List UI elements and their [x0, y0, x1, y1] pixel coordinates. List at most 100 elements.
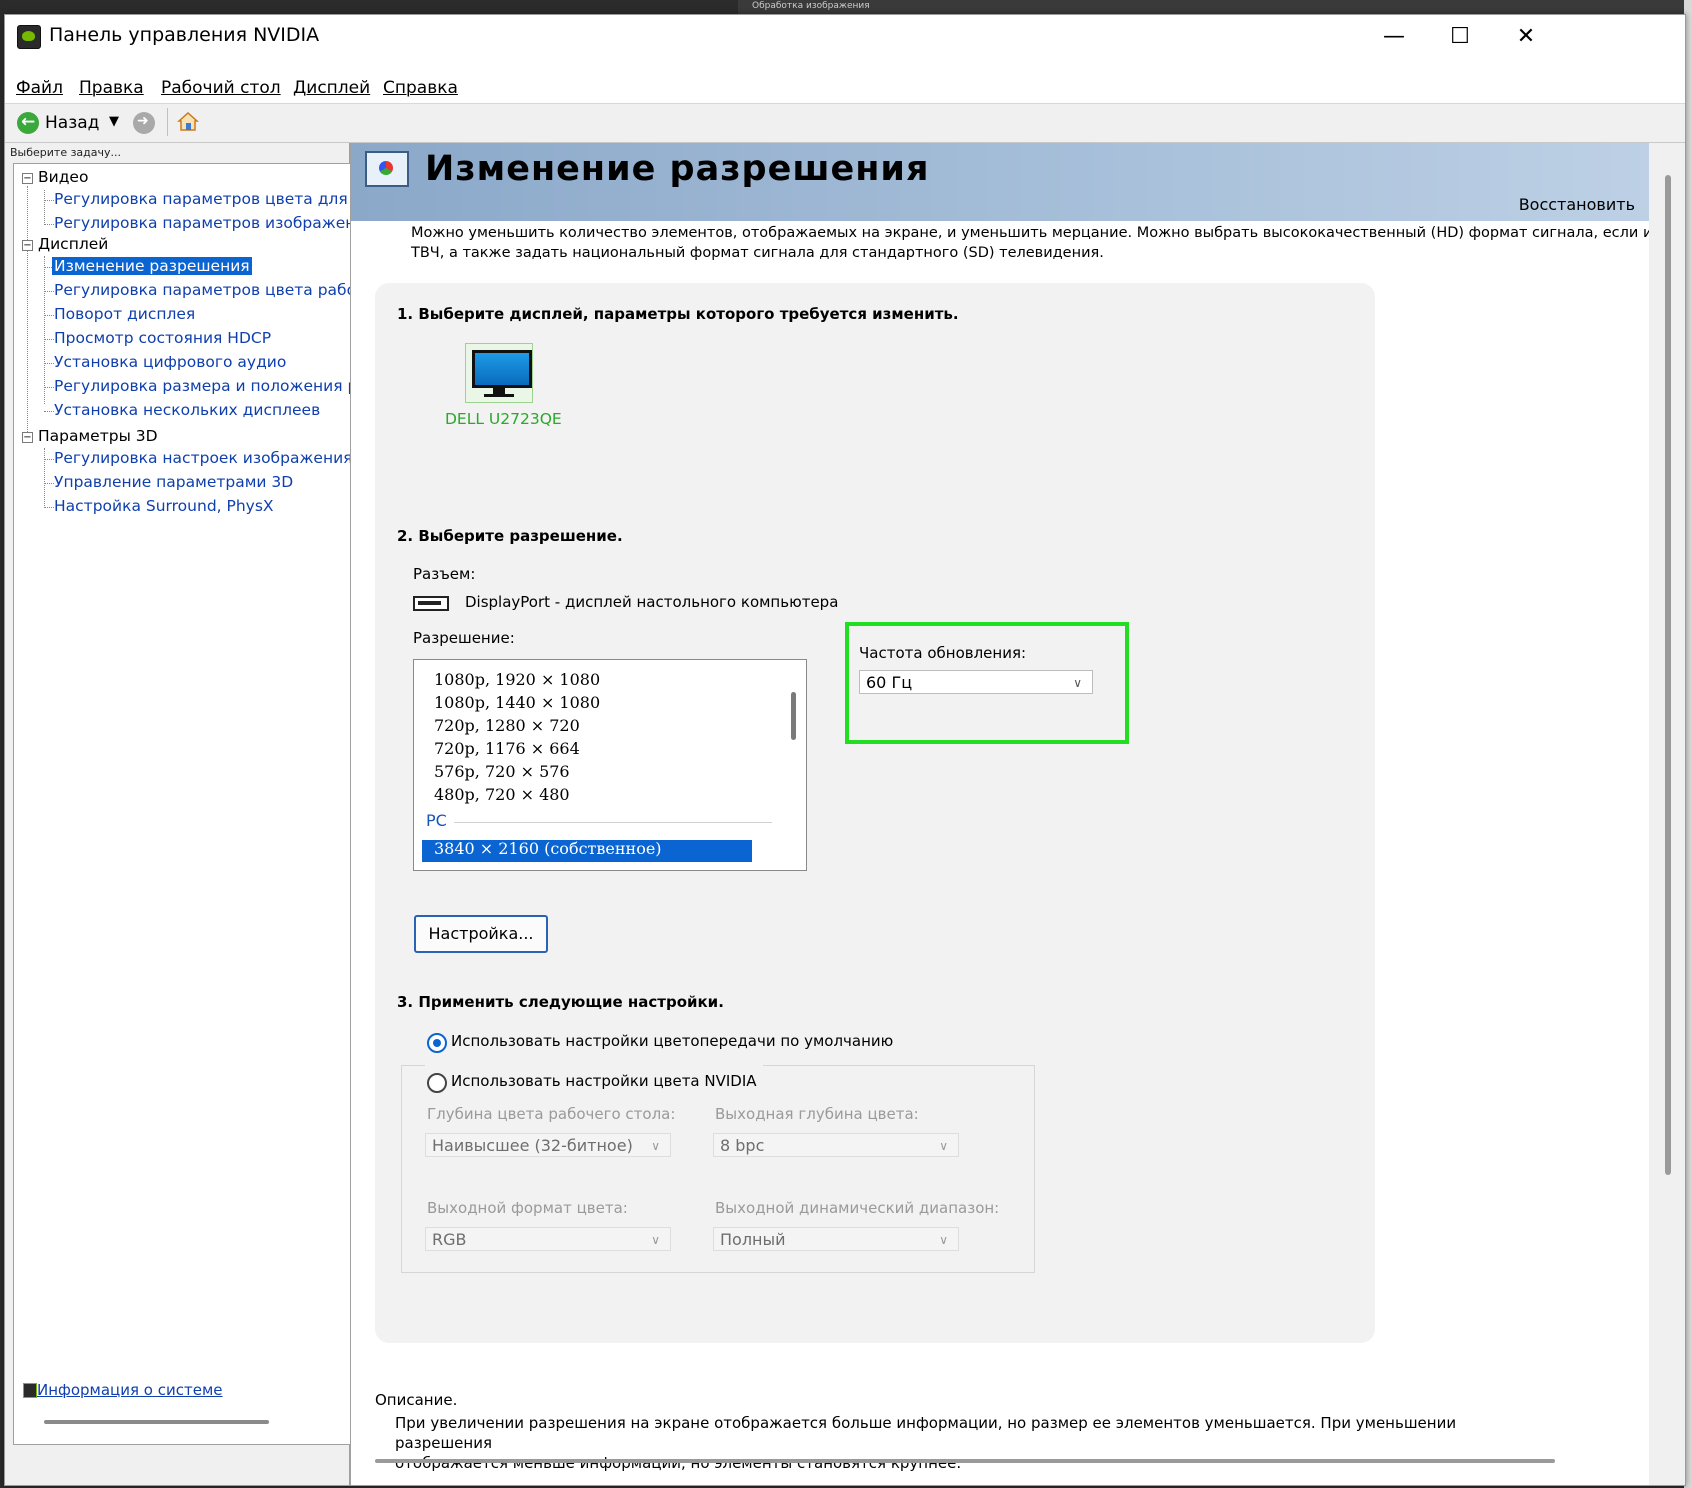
step2-heading: 2. Выберите разрешение. [397, 527, 623, 545]
content-vertical-scrollbar[interactable] [1665, 175, 1671, 1175]
intro-line-2: ТВЧ, а также задать национальный формат … [411, 245, 1104, 261]
tree-item-video-image[interactable]: Регулировка параметров изображения для в… [54, 214, 350, 232]
close-button[interactable]: ✕ [1491, 15, 1561, 59]
refresh-rate-value: 60 Гц [866, 673, 913, 692]
description-text: При увеличении разрешения на экране отоб… [395, 1413, 1495, 1473]
tree-item-surround-physx[interactable]: Настройка Surround, PhysX [54, 497, 274, 515]
back-arrow-icon[interactable]: ← [17, 112, 39, 134]
background-window-text: Обработка изображения [752, 1, 870, 11]
tree-group-video[interactable]: Видео [38, 168, 88, 186]
output-dynamic-range-dropdown[interactable]: Полный ∨ [713, 1227, 959, 1251]
tree-group-3d[interactable]: Параметры 3D [38, 427, 158, 445]
display-name[interactable]: DELL U2723QE [445, 410, 562, 428]
resolution-option[interactable]: 576p, 720 × 576 [434, 762, 570, 781]
desktop-color-depth-dropdown[interactable]: Наивысшее (32-битное) ∨ [425, 1133, 671, 1157]
tree-line [44, 411, 54, 412]
tree-item-digital-audio[interactable]: Установка цифрового аудио [54, 353, 286, 371]
system-info-link[interactable]: Информация о системе [23, 1381, 223, 1399]
tree-line [44, 315, 54, 316]
customize-button[interactable]: Настройка... [414, 915, 548, 953]
collapse-icon[interactable]: − [22, 173, 33, 184]
home-icon[interactable] [177, 110, 199, 132]
tree-group-display[interactable]: Дисплей [38, 235, 108, 253]
tree-item-hdcp-status[interactable]: Просмотр состояния HDCP [54, 329, 271, 347]
tree-line [27, 186, 28, 436]
listbox-scrollbar[interactable] [791, 692, 796, 740]
toolbar: ← Назад ▼ ➜ [5, 104, 1685, 143]
menu-bar: Файл Правка Рабочий стол Дисплей Справка [5, 59, 1685, 104]
output-dynamic-range-label: Выходной динамический диапазон: [715, 1199, 1000, 1217]
tree-item-change-resolution[interactable]: Изменение разрешения [52, 257, 252, 275]
window-title: Панель управления NVIDIA [49, 24, 320, 46]
resolution-option[interactable]: 480p, 720 × 480 [434, 785, 570, 804]
chevron-down-icon: ∨ [939, 1139, 948, 1153]
tree-item-3d-preview[interactable]: Регулировка настроек изображения с просм… [54, 449, 350, 467]
system-info-label[interactable]: Информация о системе [37, 1381, 223, 1399]
tree-item-rotate-display[interactable]: Поворот дисплея [54, 305, 195, 323]
refresh-rate-dropdown[interactable]: 60 Гц ∨ [859, 670, 1093, 694]
tree-line [44, 459, 54, 460]
tree-item-manage-3d[interactable]: Управление параметрами 3D [54, 473, 293, 491]
group-separator [454, 822, 772, 823]
tree-item-desktop-color[interactable]: Регулировка параметров цвета рабочего ст… [54, 281, 350, 299]
intro-line-1: Можно уменьшить количество элементов, от… [411, 225, 1649, 241]
task-hint: Выберите задачу... [10, 146, 122, 159]
resolution-option[interactable]: 1080p, 1440 × 1080 [434, 693, 600, 712]
radio-nvidia-color[interactable] [427, 1073, 447, 1093]
tree-line [44, 448, 45, 508]
menu-edit[interactable]: Правка [79, 78, 144, 98]
back-button-label[interactable]: Назад [45, 113, 99, 133]
menu-desktop[interactable]: Рабочий стол [161, 78, 281, 98]
resolution-option-selected[interactable]: 3840 × 2160 (собственное) [434, 839, 662, 858]
intro-text: Можно уменьшить количество элементов, от… [411, 223, 1649, 263]
collapse-icon[interactable]: − [22, 240, 33, 251]
resolution-option[interactable]: 720p, 1176 × 664 [434, 739, 580, 758]
resolution-option[interactable]: 720p, 1280 × 720 [434, 716, 580, 735]
collapse-icon[interactable]: − [22, 432, 33, 443]
connector-value: DisplayPort - дисплей настольного компью… [465, 593, 839, 611]
tree-item-desktop-size[interactable]: Регулировка размера и положения рабочего… [54, 377, 350, 395]
refresh-rate-label: Частота обновления: [859, 644, 1027, 662]
tree-line [44, 387, 54, 388]
content-horizontal-scrollbar[interactable] [375, 1459, 1555, 1463]
output-color-format-dropdown[interactable]: RGB ∨ [425, 1227, 671, 1251]
menu-help[interactable]: Справка [383, 78, 458, 98]
output-color-depth-value: 8 bpc [720, 1136, 765, 1155]
tree-line [44, 363, 54, 364]
display-settings-icon [365, 151, 409, 187]
tree-line [44, 483, 54, 484]
output-color-format-label: Выходной формат цвета: [427, 1199, 628, 1217]
tree-line [44, 200, 54, 201]
output-color-depth-label: Выходная глубина цвета: [715, 1105, 919, 1123]
output-color-depth-dropdown[interactable]: 8 bpc ∨ [713, 1133, 959, 1157]
tree-line [44, 256, 45, 404]
chevron-down-icon: ∨ [1073, 676, 1082, 690]
radio-default-color[interactable] [427, 1033, 447, 1053]
radio-nvidia-color-label[interactable]: Использовать настройки цвета NVIDIA [451, 1072, 757, 1090]
background-window: Обработка изображения [738, 0, 1688, 14]
monitor-base [484, 394, 514, 397]
tree-item-multiple-displays[interactable]: Установка нескольких дисплеев [54, 401, 320, 419]
step3-heading: 3. Применить следующие настройки. [397, 993, 724, 1011]
tree-line [44, 224, 54, 225]
resolution-listbox[interactable]: 1080p, 1920 × 1080 1080p, 1440 × 1080 72… [413, 659, 807, 871]
nvidia-app-icon [17, 25, 41, 49]
page-title: Изменение разрешения [425, 149, 930, 189]
monitor-icon[interactable] [465, 343, 533, 403]
menu-display[interactable]: Дисплей [293, 78, 370, 98]
restore-link[interactable]: Восстановить [1519, 195, 1635, 214]
output-color-format-value: RGB [432, 1230, 467, 1249]
connector-label: Разъем: [413, 565, 476, 583]
desktop-color-depth-value: Наивысшее (32-битное) [432, 1136, 633, 1155]
maximize-button[interactable]: ☐ [1425, 15, 1495, 59]
back-dropdown-icon[interactable]: ▼ [109, 114, 119, 129]
resolution-option[interactable]: 1080p, 1920 × 1080 [434, 670, 600, 689]
forward-arrow-icon[interactable]: ➜ [133, 112, 155, 134]
monitor-screen [472, 350, 532, 388]
minimize-button[interactable]: — [1359, 15, 1429, 59]
tree-horizontal-scrollbar[interactable] [44, 1420, 269, 1424]
menu-file[interactable]: Файл [16, 78, 63, 98]
radio-default-color-label[interactable]: Использовать настройки цветопередачи по … [451, 1032, 893, 1050]
refresh-rate-highlight: Частота обновления: 60 Гц ∨ [845, 622, 1129, 744]
tree-item-video-color[interactable]: Регулировка параметров цвета для видео [54, 190, 350, 208]
